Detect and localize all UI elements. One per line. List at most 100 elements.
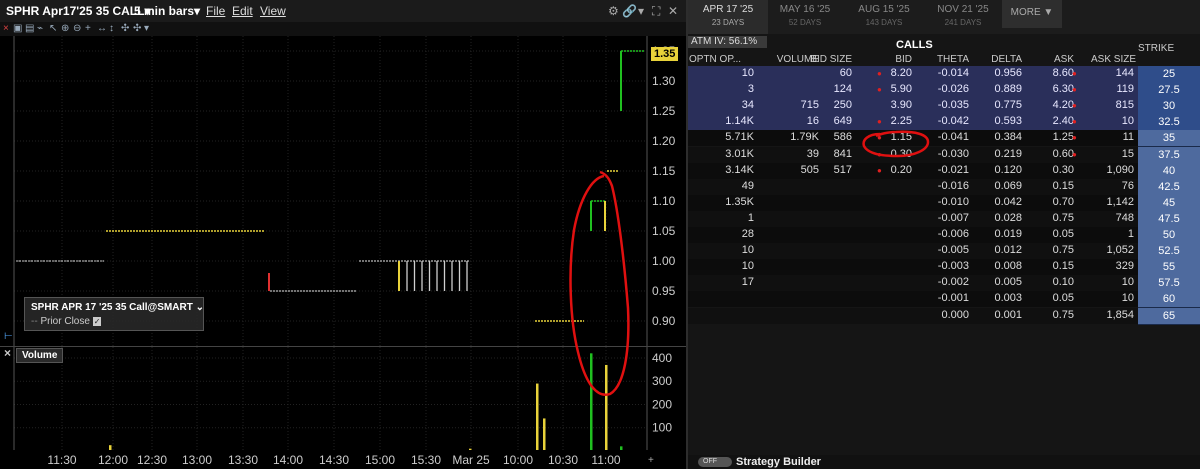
more-expirations-button[interactable]: MORE ▼ — [1002, 0, 1062, 28]
chevron-down-icon[interactable]: ⌄ — [196, 302, 204, 313]
column-header[interactable]: ASK — [1054, 54, 1074, 65]
chart-legend[interactable]: SPHR APR 17 '25 35 Call@SMART ⌄ -- Prior… — [24, 297, 204, 331]
bid-indicator-icon: ● — [877, 133, 882, 143]
strike-cell[interactable]: 55 — [1138, 259, 1200, 277]
option-row[interactable]: 0.000 0.001 0.75 1,854 — [688, 307, 1138, 324]
strike-cell[interactable]: 65 — [1138, 307, 1200, 325]
cell-ask: 0.70 — [1052, 195, 1074, 208]
strike-cell[interactable]: 37.5 — [1138, 146, 1200, 164]
close-icon[interactable]: × — [3, 23, 9, 34]
expiration-tab[interactable]: NOV 21 '25 241 DAYS — [924, 0, 1002, 34]
expiration-date: APR 17 '25 — [702, 4, 754, 15]
cell-ask-size: 10 — [1121, 276, 1134, 289]
close-icon[interactable]: × — [4, 346, 11, 360]
option-row[interactable]: 10 -0.003 0.008 0.15 329 — [688, 259, 1138, 276]
option-row[interactable]: 10 60 8.20 -0.014 0.956 8.60 144 ● ● — [688, 66, 1138, 82]
strike-cell[interactable]: 42.5 — [1138, 178, 1200, 196]
option-row[interactable]: 49 -0.016 0.069 0.15 76 — [688, 178, 1138, 195]
snap-icon[interactable]: ✣ — [121, 23, 129, 34]
option-row[interactable]: -0.001 0.003 0.05 10 — [688, 291, 1138, 308]
cell-theta: 0.000 — [941, 308, 969, 321]
strike-cell[interactable]: 25 — [1138, 66, 1200, 83]
strike-cell[interactable]: 57.5 — [1138, 275, 1200, 293]
expiration-tab[interactable]: MAY 16 '25 52 DAYS — [766, 0, 844, 34]
option-row[interactable]: 5.71K 1.79K 586 1.15 -0.041 0.384 1.25 11 ● ● — [688, 130, 1138, 147]
expiration-tab[interactable]: AUG 15 '25 143 DAYS — [844, 0, 924, 34]
cell-delta: 0.001 — [994, 308, 1022, 321]
link-icon[interactable]: 🔗 — [622, 4, 637, 18]
strategy-builder-label: Strategy Builder — [736, 456, 821, 468]
checkbox-icon[interactable]: ✓ — [92, 317, 102, 326]
column-header[interactable]: BID — [895, 54, 912, 65]
volume-tick-label: 300 — [652, 374, 672, 388]
cell-theta: -0.030 — [937, 147, 969, 160]
pin-icon[interactable]: ⊢ — [4, 331, 13, 342]
menu-view[interactable]: View — [260, 4, 286, 18]
expiration-tab[interactable]: APR 17 '25 23 DAYS — [688, 0, 768, 34]
line-chart-icon[interactable]: ⌁ — [37, 23, 43, 34]
option-row[interactable]: 28 -0.006 0.019 0.05 1 — [688, 227, 1138, 243]
fit-icon[interactable]: ↔ — [97, 23, 107, 34]
zoom-in-icon[interactable]: ⊕ — [61, 23, 69, 34]
chevron-down-icon[interactable]: ▾ — [638, 4, 644, 18]
column-header[interactable]: OPTN OP... — [689, 54, 741, 65]
column-header[interactable]: BID SIZE — [810, 54, 852, 65]
candle-icon[interactable]: ▤ — [25, 23, 34, 34]
cell-theta: -0.042 — [937, 115, 969, 128]
strike-cell[interactable]: 60 — [1138, 291, 1200, 309]
strike-cell[interactable]: 52.5 — [1138, 243, 1200, 261]
strike-cell[interactable]: 30 — [1138, 98, 1200, 116]
cell-delta: 0.956 — [994, 67, 1022, 79]
close-icon[interactable]: ✕ — [668, 4, 678, 18]
menu-edit[interactable]: Edit — [232, 4, 253, 18]
more-tools-icon[interactable]: ✣ — [133, 23, 141, 34]
cell-theta: -0.021 — [937, 163, 969, 176]
strike-cell[interactable]: 35 — [1138, 130, 1200, 148]
cell-ask-size: 1,090 — [1106, 163, 1134, 176]
contract-selector[interactable]: SPHR Apr17'25 35 CALL▾ — [6, 4, 150, 18]
cell-delta: 0.775 — [994, 99, 1022, 112]
menu-file[interactable]: File — [206, 4, 225, 18]
option-row[interactable]: 3.01K 39 841 0.30 -0.030 0.219 0.60 15 ● ● — [688, 146, 1138, 163]
column-header[interactable]: THETA — [937, 54, 969, 65]
strike-cell[interactable]: 45 — [1138, 194, 1200, 212]
option-row[interactable]: 10 -0.005 0.012 0.75 1,052 — [688, 243, 1138, 260]
strike-cell[interactable]: 40 — [1138, 162, 1200, 180]
strike-cell[interactable]: 50 — [1138, 227, 1200, 244]
strike-cell[interactable]: 47.5 — [1138, 210, 1200, 228]
option-row[interactable]: 1.14K 16 649 2.25 -0.042 0.593 2.40 10 ● ● — [688, 114, 1138, 131]
cell-vol: 715 — [800, 99, 819, 112]
time-tick-label: 12:00 — [97, 453, 129, 467]
chevron-down-icon[interactable]: ▾ — [144, 23, 149, 34]
expand-icon[interactable]: ⛶ — [652, 4, 660, 19]
strike-cell[interactable]: 32.5 — [1138, 114, 1200, 132]
volume-tick-label: 200 — [652, 397, 672, 411]
strike-column-header[interactable]: STRIKE — [1138, 43, 1174, 54]
cell-delta: 0.028 — [994, 211, 1022, 224]
cell-delta: 0.012 — [994, 244, 1022, 257]
cell-theta: -0.016 — [937, 179, 969, 192]
option-row[interactable]: 1 -0.007 0.028 0.75 748 — [688, 210, 1138, 227]
cell-ask: 6.30 — [1052, 83, 1074, 96]
crosshair-icon[interactable]: + — [85, 23, 91, 34]
column-header[interactable]: DELTA — [991, 54, 1022, 65]
volume-chart[interactable]: 100 200 300 400 — [0, 346, 686, 451]
option-row[interactable]: 34 715 250 3.90 -0.035 0.775 4.20 815 ● — [688, 98, 1138, 115]
option-row[interactable]: 17 -0.002 0.005 0.10 10 — [688, 275, 1138, 292]
vertical-fit-icon[interactable]: ↕ — [109, 23, 114, 34]
volume-tag: Volume — [16, 348, 64, 363]
bar-chart-icon[interactable]: ▣ — [13, 23, 22, 34]
axis-settings-icon[interactable]: + — [648, 455, 654, 466]
gear-icon[interactable]: ⚙ — [608, 4, 619, 18]
draw-icon[interactable]: ↖ — [49, 23, 57, 34]
option-row[interactable]: 3 124 5.90 -0.026 0.889 6.30 119 ● ● — [688, 82, 1138, 99]
option-row[interactable]: 3.14K 505 517 0.20 -0.021 0.120 0.30 1,090 ● — [688, 162, 1138, 179]
cell-ask-size: 1 — [1127, 228, 1134, 240]
cell-ask: 0.15 — [1052, 260, 1074, 273]
strike-cell[interactable]: 27.5 — [1138, 82, 1200, 100]
zoom-out-icon[interactable]: ⊖ — [73, 23, 81, 34]
interval-selector[interactable]: 5 min bars▾ — [134, 4, 200, 18]
strategy-builder-toggle[interactable]: OFF — [698, 457, 732, 467]
column-header[interactable]: ASK SIZE — [1091, 54, 1136, 65]
option-row[interactable]: 1.35K -0.010 0.042 0.70 1,142 — [688, 194, 1138, 211]
